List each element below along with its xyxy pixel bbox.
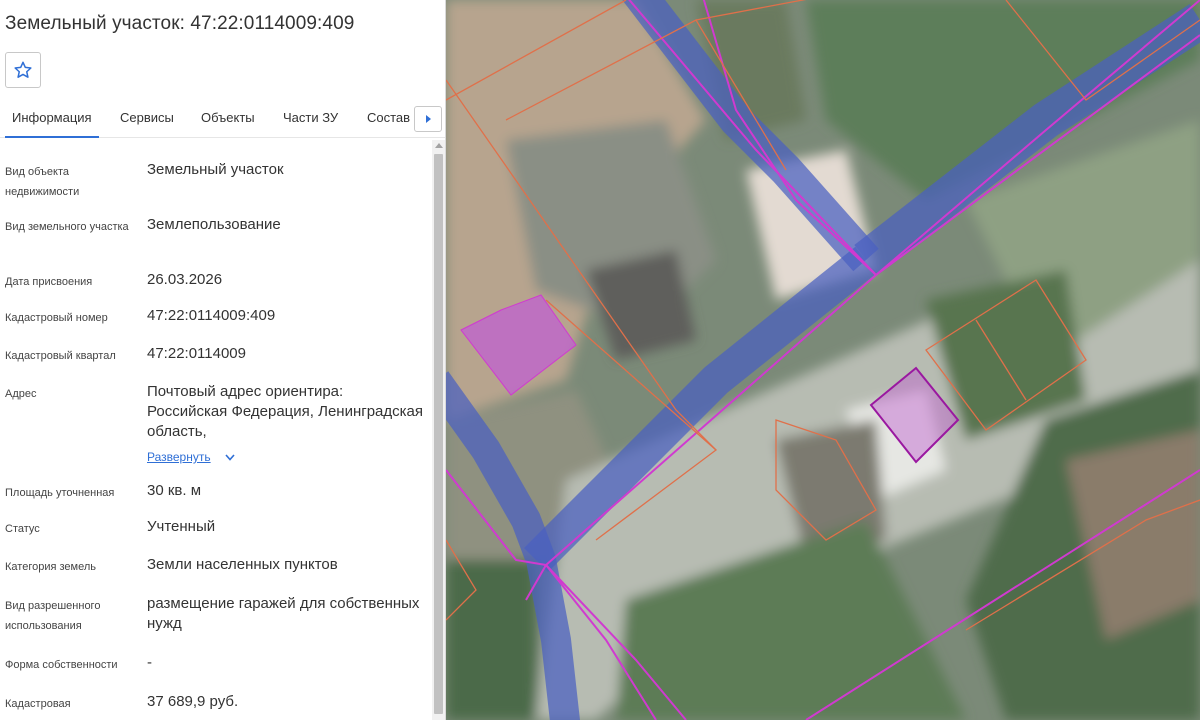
attribute-label: Адрес — [5, 388, 37, 400]
satellite-map[interactable] — [446, 0, 1200, 720]
map-view[interactable] — [446, 0, 1200, 720]
attribute-list: Вид объекта недвижимости Земельный участ… — [0, 140, 430, 720]
favorite-button[interactable] — [5, 52, 41, 88]
attribute-label: Вид разрешенного использования — [5, 600, 101, 632]
tab-composition[interactable]: Состав — [367, 98, 410, 137]
attribute-value: - — [147, 654, 152, 671]
star-outline-icon — [14, 61, 32, 78]
tab-parcel-parts[interactable]: Части ЗУ — [283, 98, 338, 137]
caret-right-icon — [426, 115, 431, 123]
attribute-value: 47:22:0114009 — [147, 345, 246, 362]
attribute-label: Вид объекта недвижимости — [5, 166, 80, 198]
expand-link-label: Развернуть — [147, 450, 211, 464]
attribute-label: Вид земельного участка — [5, 221, 129, 233]
tab-services[interactable]: Сервисы — [120, 98, 174, 137]
tabs-scroll-right-button[interactable] — [414, 106, 442, 132]
scrollbar-thumb[interactable] — [434, 154, 443, 714]
attribute-label: Кадастровый номер — [5, 312, 108, 324]
scroll-up-arrow-icon[interactable] — [435, 143, 443, 148]
attribute-value: Землепользование — [147, 216, 281, 233]
attribute-label: Кадастровый квартал — [5, 350, 116, 362]
tab-bar: Информация Сервисы Объекты Части ЗУ Сост… — [0, 98, 445, 138]
attribute-value: Учтенный — [147, 518, 216, 535]
app-window: Земельный участок: 47:22:0114009:409 Инф… — [0, 0, 1200, 720]
chevron-down-icon — [225, 453, 235, 461]
attribute-value: размещение гаражей для собственных нужд — [147, 595, 420, 632]
attribute-label: Статус — [5, 523, 40, 535]
attribute-label: Площадь уточненная — [5, 487, 115, 499]
attribute-value: Земли населенных пунктов — [147, 556, 338, 573]
attribute-value: Земельный участок — [147, 161, 284, 178]
expand-address-link[interactable]: Развернуть — [147, 450, 235, 464]
page-title: Земельный участок: 47:22:0114009:409 — [5, 13, 355, 34]
scrollbar[interactable] — [432, 140, 445, 720]
tab-information[interactable]: Информация — [5, 98, 99, 138]
info-panel: Земельный участок: 47:22:0114009:409 Инф… — [0, 0, 446, 720]
attribute-value: Почтовый адрес ориентира: Российская Фед… — [147, 383, 423, 440]
tab-objects[interactable]: Объекты — [201, 98, 255, 137]
attribute-value: 26.03.2026 — [147, 271, 223, 288]
attribute-label: Кадастровая — [5, 698, 71, 710]
attribute-label: Дата присвоения — [5, 276, 93, 288]
attribute-value: 30 кв. м — [147, 482, 202, 499]
attribute-label: Категория земель — [5, 561, 96, 573]
attribute-label: Форма собственности — [5, 659, 118, 671]
attribute-value: 37 689,9 руб. — [147, 693, 239, 710]
attribute-value: 47:22:0114009:409 — [147, 307, 276, 324]
